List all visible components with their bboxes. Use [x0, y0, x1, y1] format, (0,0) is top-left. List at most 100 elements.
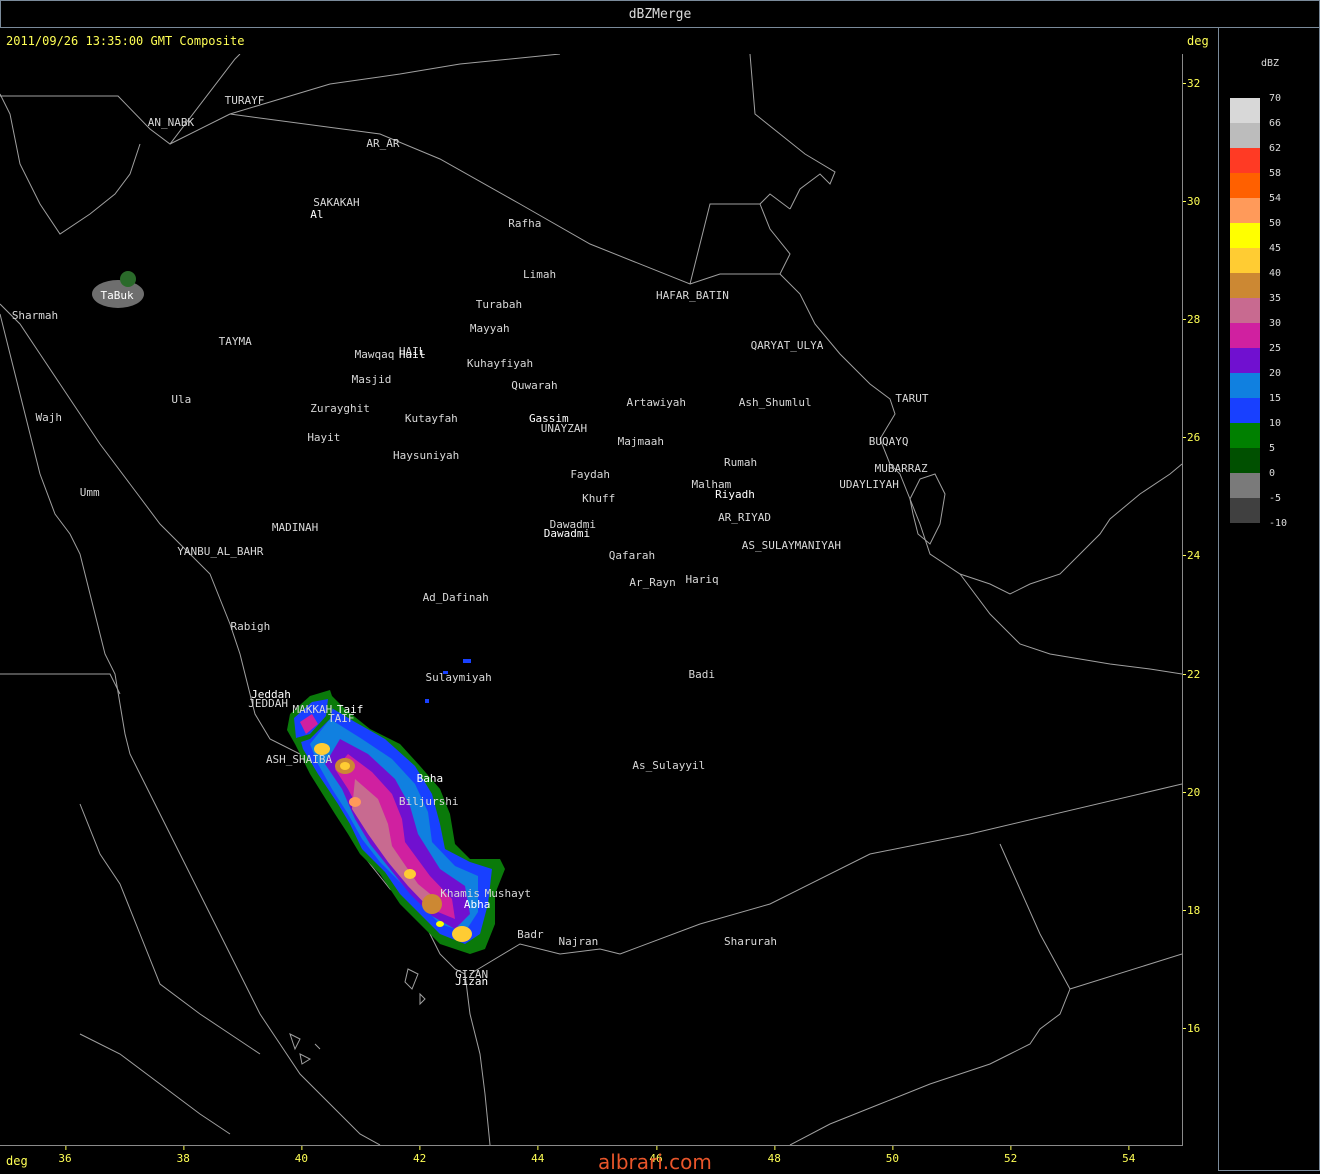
- city-label: Turabah: [475, 297, 523, 311]
- city-label: Dawadmi: [543, 527, 591, 541]
- lon-tick-label: 42: [412, 1146, 427, 1165]
- city-label: Rafha: [508, 216, 542, 230]
- border-jordan-iraq: [0, 54, 241, 145]
- city-label: UDAYLIYAH: [839, 478, 899, 492]
- city-label: Ula: [171, 392, 192, 406]
- lat-tick-label: 22: [1182, 667, 1201, 681]
- city-label: YANBU_AL_BAHR: [177, 545, 264, 559]
- legend-swatch: [1230, 323, 1260, 348]
- border-yemen-saudi: [469, 943, 621, 975]
- legend-swatch: [1230, 473, 1260, 498]
- city-label: TARUT: [895, 391, 929, 405]
- city-label: Ar_Rayn: [629, 575, 676, 589]
- legend-value-label: 62: [1269, 143, 1282, 154]
- legend-swatch: [1230, 423, 1260, 448]
- city-label: Faydah: [570, 467, 611, 481]
- coast-qatar: [909, 473, 946, 545]
- city-label: GIZAN: [455, 967, 489, 981]
- city-label: Badi: [688, 667, 716, 681]
- legend-value-label: 70: [1269, 93, 1282, 104]
- radar-echoes: [92, 271, 505, 954]
- city-label: JEDDAH: [248, 697, 288, 711]
- legend-value-label: 15: [1269, 393, 1282, 404]
- borders-and-coastlines: [0, 54, 1182, 1145]
- y-axis-unit-label: deg: [1187, 34, 1209, 48]
- city-label: Mushayt: [484, 887, 531, 901]
- echo-small-3: [425, 699, 429, 703]
- city-label: Rabigh: [230, 620, 271, 634]
- city-label: ASH_SHAIBA: [265, 753, 333, 767]
- dahlak-islands: [289, 1033, 321, 1065]
- legend-value-label: 5: [1269, 443, 1276, 454]
- window-title: dBZMerge: [628, 7, 692, 22]
- border-yemen-oman: [619, 783, 1182, 955]
- city-label: Masjid: [351, 373, 392, 387]
- legend-value-label: 10: [1269, 418, 1282, 429]
- legend-swatch: [1230, 98, 1260, 123]
- legend-value-label: 35: [1269, 293, 1282, 304]
- legend-value-label: 58: [1269, 168, 1282, 179]
- legend-value-label: 54: [1269, 193, 1282, 204]
- radar-map[interactable]: TURAYF AN_NABK AR_AR SAKAKAH Al Rafha Limah HAF…: [0, 54, 1183, 1146]
- legend-value-label: 45: [1269, 243, 1282, 254]
- legend-swatch: [1230, 373, 1260, 398]
- lat-tick-label: 20: [1182, 785, 1201, 799]
- legend-swatch: [1230, 498, 1260, 523]
- city-label: UNAYZAH: [540, 422, 588, 436]
- latitude-axis: 32 30 28 26 24 22 20 18 16: [1182, 54, 1217, 1145]
- coast-kuwait: [749, 54, 836, 210]
- echo-main-band: [290, 694, 505, 954]
- city-label: Umm: [79, 485, 100, 499]
- city-label: Sharurah: [723, 934, 777, 948]
- legend-value-label: 50: [1269, 218, 1282, 229]
- window-title-bar: dBZMerge: [0, 0, 1320, 28]
- border-ethiopia: [79, 1033, 231, 1135]
- legend-swatch: [1230, 298, 1260, 323]
- city-label: Al: [310, 207, 324, 221]
- coast-red-sea-west: [0, 93, 141, 235]
- city-label: Sulaymiyah: [425, 670, 492, 684]
- lon-tick-label: 50: [885, 1146, 900, 1165]
- lat-tick-label: 28: [1182, 312, 1201, 326]
- city-label: Abha: [463, 898, 491, 912]
- city-label: AR_AR: [366, 136, 400, 150]
- lon-tick-label: 52: [1003, 1146, 1018, 1165]
- city-label: Mawqaq: [354, 348, 395, 362]
- legend-swatch: [1230, 248, 1260, 273]
- city-label: Hayit: [307, 431, 341, 445]
- border-yemen-south: [789, 988, 1071, 1145]
- dbz-legend: dBZ 70 66 62 58 54 50 45 40 35 30 25 20 15 10 5 0 -5 -10: [1218, 28, 1320, 1171]
- city-label: Baha: [416, 772, 444, 786]
- lon-tick-label: 36: [58, 1146, 72, 1165]
- city-label: Rumah: [723, 455, 758, 469]
- city-label: TaBuk: [100, 289, 134, 303]
- city-label: Riyadh: [715, 488, 755, 502]
- legend-unit-label: dBZ: [1261, 58, 1280, 69]
- lon-tick-label: 40: [294, 1146, 309, 1165]
- city-label: Kutayfah: [404, 411, 458, 425]
- legend-value-label: -10: [1269, 518, 1288, 529]
- city-label: Kuhayfiyah: [466, 357, 534, 371]
- legend-value-label: 66: [1269, 118, 1282, 129]
- lon-tick-label: 38: [176, 1146, 190, 1165]
- city-label: Quwarah: [511, 379, 558, 393]
- lat-tick-label: 16: [1182, 1022, 1201, 1036]
- city-label: Ad_Dafinah: [422, 590, 489, 604]
- city-label: HAFAR_BATIN: [656, 289, 729, 303]
- city-label: Badr: [517, 927, 544, 941]
- border-uae: [959, 573, 1182, 675]
- legend-swatch: [1230, 123, 1260, 148]
- city-label: MADINAH: [271, 520, 319, 534]
- city-label: Hariq: [685, 572, 719, 586]
- border-sudan-eritrea: [79, 803, 261, 1055]
- city-label: MUBARRAZ: [874, 461, 928, 475]
- city-label: Sharmah: [11, 308, 59, 322]
- echo-small-1: [463, 659, 471, 663]
- city-label: Mayyah: [469, 321, 510, 335]
- city-label: Hail: [398, 348, 426, 362]
- legend-swatch: [1230, 398, 1260, 423]
- city-label: AS_SULAYMANIYAH: [741, 539, 842, 553]
- city-label: As_Sulayyil: [632, 759, 706, 773]
- lon-tick-label: 48: [767, 1146, 781, 1165]
- legend-swatch: [1230, 223, 1260, 248]
